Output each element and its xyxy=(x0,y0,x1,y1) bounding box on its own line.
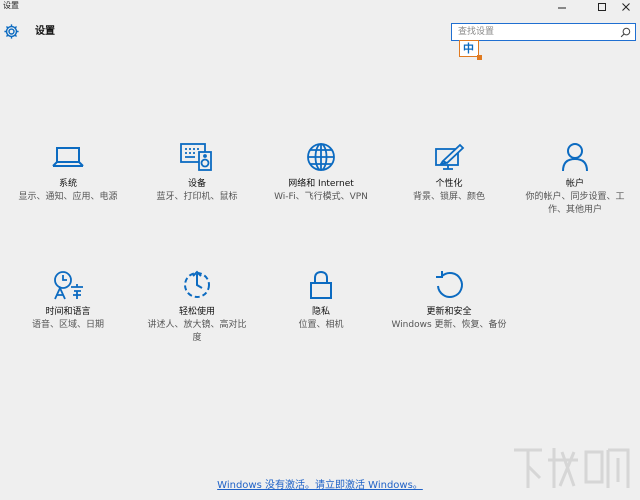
category-label: 网络和 Internet xyxy=(288,179,354,189)
category-description: 语音、区域、日期 xyxy=(31,320,104,330)
laptop-icon xyxy=(52,147,84,167)
category-description: Windows 更新、恢复、备份 xyxy=(391,320,507,330)
ease-of-access-icon xyxy=(184,270,210,298)
category-label: 轻松使用 xyxy=(178,307,215,317)
category-accounts[interactable]: 帐户 你的帐户、同步设置、工作、其他用户 xyxy=(511,142,639,217)
category-label: 个性化 xyxy=(435,179,463,189)
search-icon[interactable] xyxy=(620,27,631,38)
category-privacy[interactable]: 隐私 位置、相机 xyxy=(257,270,385,332)
category-description: 背景、锁屏、颜色 xyxy=(412,192,485,202)
category-label: 更新和安全 xyxy=(426,307,472,317)
category-label: 帐户 xyxy=(565,179,584,189)
minimize-icon xyxy=(558,7,566,8)
ime-indicator: 中 xyxy=(459,40,482,60)
category-label: 设备 xyxy=(187,179,206,189)
category-label: 隐私 xyxy=(311,307,330,317)
category-personalization[interactable]: 个性化 背景、锁屏、颜色 xyxy=(385,142,513,204)
category-time-language[interactable]: 时间和语言 语音、区域、日期 xyxy=(4,270,132,332)
window-title: 设置 xyxy=(3,1,19,10)
watermark-logo xyxy=(514,448,630,488)
page-title: 设置 xyxy=(35,26,55,37)
refresh-icon xyxy=(436,271,463,298)
search-input[interactable]: 查找设置 xyxy=(451,23,636,41)
category-label: 系统 xyxy=(58,179,77,189)
time-language-icon xyxy=(54,271,83,300)
globe-icon xyxy=(307,143,335,171)
person-icon xyxy=(562,143,588,172)
devices-icon xyxy=(180,143,212,171)
category-description: 你的帐户、同步设置、工作、其他用户 xyxy=(525,192,625,215)
ime-mode-label: 中 xyxy=(463,42,474,55)
close-button[interactable] xyxy=(612,0,640,13)
category-update-security[interactable]: 更新和安全 Windows 更新、恢复、备份 xyxy=(385,270,513,332)
title-bar: 设置 xyxy=(0,0,640,13)
category-ease-of-access[interactable]: 轻松使用 讲述人、放大镜、高对比度 xyxy=(133,270,261,345)
category-label: 时间和语言 xyxy=(45,307,91,317)
category-devices[interactable]: 设备 蓝牙、打印机、鼠标 xyxy=(133,142,261,204)
category-description: Wi-Fi、飞行模式、VPN xyxy=(274,192,368,202)
ime-resize-handle xyxy=(477,55,482,60)
minimize-button[interactable] xyxy=(548,0,576,13)
close-icon xyxy=(622,2,630,11)
category-description: 显示、通知、应用、电源 xyxy=(18,192,118,202)
paint-brush-icon xyxy=(435,143,465,170)
category-system[interactable]: 系统 显示、通知、应用、电源 xyxy=(4,142,132,204)
gear-icon xyxy=(4,24,19,39)
category-description: 讲述人、放大镜、高对比度 xyxy=(147,320,247,343)
maximize-icon xyxy=(598,2,606,11)
lock-icon xyxy=(310,270,332,299)
category-network[interactable]: 网络和 Internet Wi-Fi、飞行模式、VPN xyxy=(257,142,385,204)
search-placeholder: 查找设置 xyxy=(458,27,495,37)
category-description: 位置、相机 xyxy=(298,320,344,330)
category-description: 蓝牙、打印机、鼠标 xyxy=(156,192,238,202)
